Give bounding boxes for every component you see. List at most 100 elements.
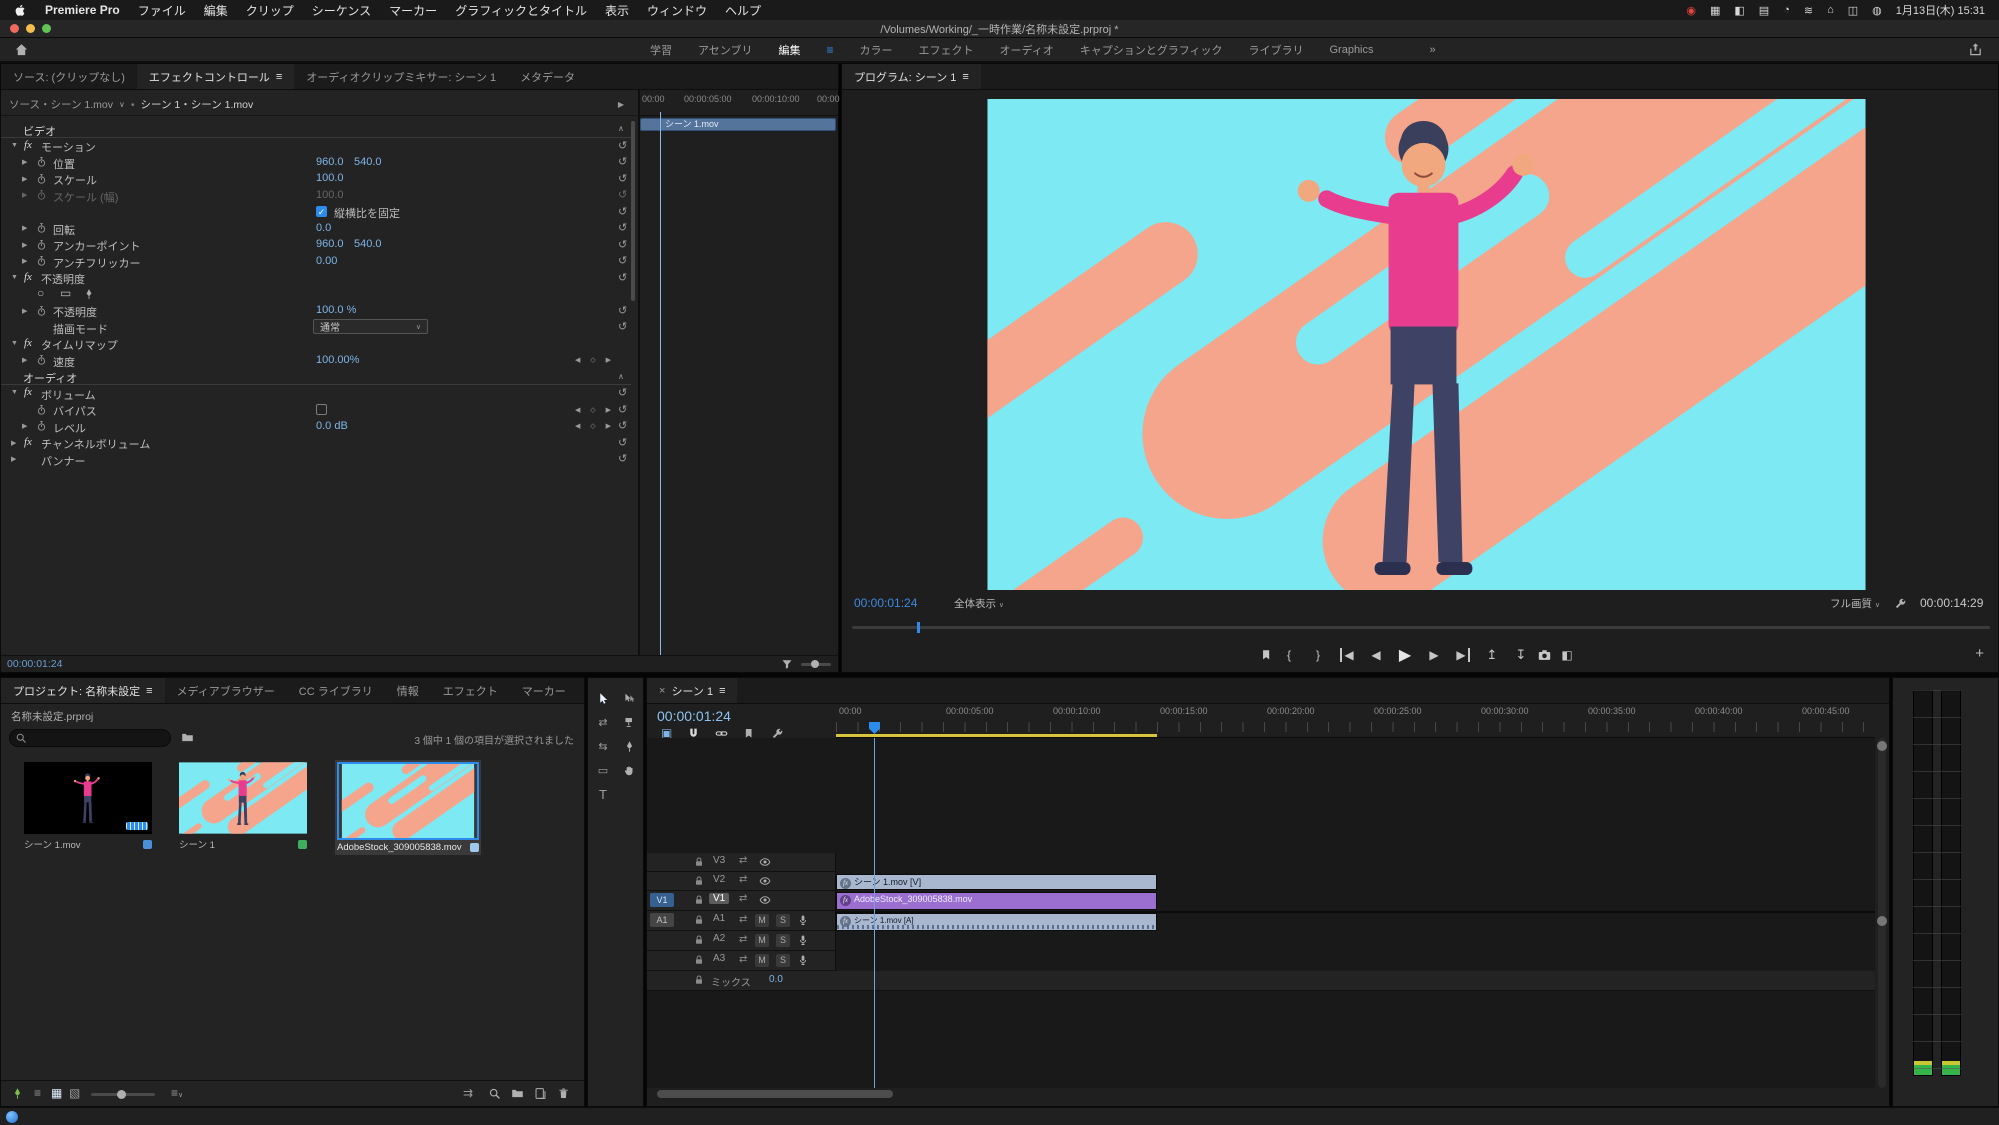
track-name-a2[interactable]: A2 [709,933,729,944]
param-value[interactable]: 0.00 [316,255,337,267]
status-icon-3[interactable]: ▤ [1759,4,1769,17]
funnel-filter-icon[interactable] [781,658,793,670]
disclosure-icon[interactable]: ▼ [11,340,18,347]
param-row-opacity[interactable]: ▶ 不透明度 100.0 % ↺ [1,303,631,320]
track-output-eye-icon[interactable] [759,875,771,887]
record-status-icon[interactable]: ◉ [1686,4,1696,17]
next-keyframe-icon[interactable]: ▶ [606,422,611,430]
chevron-down-icon[interactable]: ∨ [119,100,125,109]
wifi-icon[interactable]: ≋ [1804,4,1813,17]
reset-icon[interactable]: ↺ [618,320,627,333]
param-row-uniform-scale[interactable]: ✓ 縦横比を固定 ↺ [1,204,631,221]
param-row-blend-mode[interactable]: 描画モード 通常 ∨ ↺ [1,319,631,336]
writable-pencil-icon[interactable] [11,1087,24,1100]
reset-icon[interactable]: ↺ [618,139,627,152]
param-row-antiflicker[interactable]: ▶ アンチフリッカー 0.00 ↺ [1,253,631,270]
mute-button[interactable]: M [755,914,769,927]
disclosure-icon[interactable]: ▶ [22,257,27,265]
ec-zoom-slider[interactable] [801,663,831,666]
rectangle-tool[interactable]: ▭ [590,759,616,781]
lock-icon[interactable] [693,914,705,926]
track-header-a2[interactable]: A2 ⇄ M S [647,931,836,951]
ec-playhead[interactable] [660,112,661,655]
menubar-item-graphics[interactable]: グラフィックとタイトル [455,2,587,19]
tab-markers[interactable]: マーカー [510,678,578,703]
menubar-item-sequence[interactable]: シーケンス [312,2,371,19]
track-name-v1[interactable]: V1 [709,893,729,904]
program-video-frame[interactable] [987,99,1866,590]
add-keyframe-icon[interactable]: ◇ [590,406,595,414]
lock-icon[interactable] [693,934,705,946]
stopwatch-icon[interactable] [36,305,47,317]
go-to-out-icon[interactable]: ▶ [1450,648,1477,662]
workspace-graphics[interactable]: Graphics [1329,44,1373,56]
ec-mini-ruler[interactable]: 00:00 00:00:05:00 00:00:10:00 00:00 [640,94,838,116]
reset-icon[interactable]: ↺ [618,271,627,284]
home-icon[interactable] [14,42,29,57]
tab-program-monitor[interactable]: プログラム: シーン 1≡ [842,64,981,89]
tab-cc-libraries[interactable]: CC ライブラリ [287,678,385,703]
ec-vertical-scrollbar[interactable] [631,121,635,301]
reset-icon[interactable]: ↺ [618,238,627,251]
stopwatch-icon[interactable] [36,173,47,185]
thumbnail-zoom-slider[interactable] [91,1093,155,1096]
add-marker-icon[interactable] [1260,648,1274,662]
sync-lock-icon[interactable]: ⇄ [739,874,747,885]
button-editor-plus-icon[interactable]: + [1975,645,1984,662]
pen-tool[interactable] [616,735,642,757]
pen-mask-icon[interactable] [83,288,95,300]
prev-keyframe-icon[interactable]: ◀ [575,406,580,414]
next-keyframe-icon[interactable]: ▶ [606,356,611,364]
workspace-effects[interactable]: エフェクト [918,42,973,58]
sync-status-orb-icon[interactable] [6,1111,18,1123]
ellipse-mask-icon[interactable]: ○ [37,286,44,300]
sync-lock-icon[interactable]: ⇄ [739,893,747,904]
reset-icon[interactable]: ↺ [618,205,627,218]
param-row-anchor-point[interactable]: ▶ アンカーポイント 960.0 540.0 ↺ [1,237,631,254]
clip-scene1-audio[interactable]: fxシーン 1.mov [A] [836,913,1157,931]
disclosure-icon[interactable]: ▶ [22,224,27,232]
thumbnail[interactable] [337,762,479,840]
mark-out-icon[interactable]: } [1305,648,1332,662]
lift-icon[interactable]: ↥ [1479,647,1506,663]
zoom-level-dropdown[interactable]: 全体表示 ∨ [954,596,1004,611]
workspace-captions[interactable]: キャプションとグラフィック [1080,42,1223,58]
freeform-view-icon[interactable]: ▧ [69,1086,80,1100]
hand-tool[interactable] [616,759,642,781]
disclosure-icon[interactable]: ▶ [11,439,16,447]
item-label[interactable]: AdobeStock_309005838.mov [337,842,470,853]
param-row-position[interactable]: ▶ 位置 960.0 540.0 ↺ [1,154,631,171]
disclosure-icon[interactable]: ▶ [11,455,16,463]
stopwatch-icon[interactable] [36,255,47,267]
disclosure-icon[interactable]: ▶ [22,158,27,166]
tab-audio-clip-mixer[interactable]: オーディオクリップミキサー: シーン 1 [294,64,508,89]
ec-section-audio[interactable]: オーディオ ∧ [1,369,631,386]
clip-scene1-video[interactable]: fxシーン 1.mov [V] [836,874,1157,890]
track-name-a1[interactable]: A1 [709,913,729,924]
ec-mini-timeline[interactable]: 00:00 00:00:05:00 00:00:10:00 00:00 シーン … [640,90,838,655]
status-icon-6[interactable]: ⌂ [1827,4,1834,16]
ec-current-timecode[interactable]: 00:00:01:24 [7,658,62,670]
track-select-forward-tool[interactable] [616,687,642,709]
reset-icon[interactable]: ↺ [618,172,627,185]
disclosure-icon[interactable]: ▶ [22,241,27,249]
stopwatch-icon[interactable] [36,222,47,234]
close-tab-icon[interactable]: × [659,685,665,697]
lock-icon[interactable] [693,894,705,906]
track-output-eye-icon[interactable] [759,856,771,868]
razor-tool[interactable] [616,711,642,733]
workspace-color[interactable]: カラー [859,42,892,58]
effect-group-channel-volume[interactable]: ▶ fx チャンネルボリューム ↺ [1,435,631,452]
type-tool[interactable]: T [590,783,616,805]
add-keyframe-icon[interactable]: ◇ [590,356,595,364]
reset-icon[interactable]: ↺ [618,254,627,267]
effect-group-opacity[interactable]: ▼ fx 不透明度 ↺ [1,270,631,287]
param-value[interactable]: 100.00% [316,354,359,366]
reset-icon[interactable]: ↺ [618,386,627,399]
solo-button[interactable]: S [776,914,790,927]
program-playhead[interactable] [917,622,920,633]
mix-track-row[interactable]: ミックス 0.0 [647,971,1875,991]
track-header-v2[interactable]: V2 ⇄ [647,872,836,891]
mute-button[interactable]: M [755,934,769,947]
sync-lock-icon[interactable]: ⇄ [739,934,747,945]
